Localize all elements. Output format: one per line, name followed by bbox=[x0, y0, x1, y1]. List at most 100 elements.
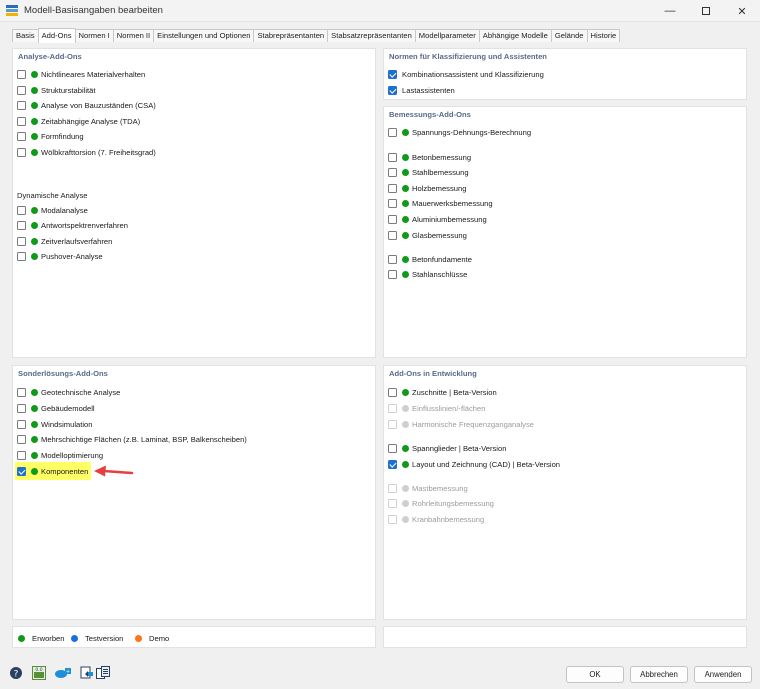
tab-abhängige-modelle[interactable]: Abhängige Modelle bbox=[478, 29, 552, 42]
addon-checkbox[interactable] bbox=[17, 251, 26, 261]
addon-checkbox[interactable] bbox=[17, 205, 26, 215]
addon-checkbox[interactable] bbox=[17, 116, 26, 126]
tab-gelände[interactable]: Gelände bbox=[550, 29, 588, 42]
model-info-icon[interactable] bbox=[96, 666, 110, 680]
addon-row[interactable]: Pushover-Analyse bbox=[17, 250, 103, 262]
addon-checkbox[interactable] bbox=[17, 131, 26, 141]
ok-button[interactable]: OK bbox=[566, 666, 624, 683]
cancel-button[interactable]: Abbrechen bbox=[630, 666, 688, 683]
tab-einstellungen-und-optionen[interactable]: Einstellungen und Optionen bbox=[153, 29, 255, 42]
status-dot-icon bbox=[31, 101, 38, 109]
addon-label: Mastbemessung bbox=[412, 483, 468, 493]
import-export-icon[interactable] bbox=[80, 666, 94, 680]
addon-checkbox[interactable] bbox=[17, 387, 26, 397]
addon-checkbox bbox=[388, 498, 397, 508]
addon-checkbox[interactable] bbox=[17, 69, 26, 79]
tab-normen-i[interactable]: Normen I bbox=[74, 29, 114, 42]
addon-checkbox[interactable] bbox=[388, 230, 397, 240]
addon-row[interactable]: Stahlbemessung bbox=[388, 166, 469, 178]
addon-checkbox[interactable] bbox=[17, 100, 26, 110]
addon-checkbox bbox=[388, 403, 397, 413]
addon-row[interactable]: Mauerwerksbemessung bbox=[388, 197, 493, 209]
addon-checkbox[interactable] bbox=[17, 220, 26, 230]
addon-checkbox[interactable] bbox=[17, 434, 26, 444]
addon-row[interactable]: Zeitabhängige Analyse (TDA) bbox=[17, 115, 140, 127]
addon-row[interactable]: Lastassistenten bbox=[388, 84, 455, 96]
addon-checkbox[interactable] bbox=[388, 167, 397, 177]
addon-row[interactable]: Mastbemessung bbox=[388, 482, 468, 494]
addon-checkbox[interactable] bbox=[388, 387, 397, 397]
addon-checkbox[interactable] bbox=[388, 152, 397, 162]
arrow-annotation bbox=[94, 465, 134, 477]
addon-row[interactable]: Holzbemessung bbox=[388, 182, 466, 194]
tab-add-ons[interactable]: Add-Ons bbox=[37, 28, 76, 43]
addon-row[interactable]: Windsimulation bbox=[17, 418, 93, 430]
addon-row[interactable]: Geotechnische Analyse bbox=[17, 386, 120, 398]
addon-row[interactable]: Aluminiumbemessung bbox=[388, 213, 487, 225]
addon-row[interactable]: Spannglieder | Beta-Version bbox=[388, 442, 506, 454]
addon-checkbox[interactable] bbox=[388, 198, 397, 208]
addon-row[interactable]: Nichtlineares Materialverhalten bbox=[17, 68, 145, 80]
addon-row[interactable]: Harmonische Frequenzganganalyse bbox=[388, 418, 534, 430]
addon-row[interactable]: Strukturstabilität bbox=[17, 84, 95, 96]
maximize-button[interactable] bbox=[688, 0, 724, 22]
addon-label: Geotechnische Analyse bbox=[41, 387, 121, 397]
addon-checkbox bbox=[388, 419, 397, 429]
addon-checkbox[interactable] bbox=[17, 450, 26, 460]
status-dot-icon bbox=[402, 444, 409, 452]
addon-row[interactable]: Modelloptimierung bbox=[17, 449, 103, 461]
addon-row[interactable]: Zuschnitte | Beta-Version bbox=[388, 386, 497, 398]
addon-checkbox[interactable] bbox=[388, 69, 397, 79]
addon-manager-icon[interactable]: + bbox=[55, 666, 71, 680]
addon-label: Zeitabhängige Analyse (TDA) bbox=[41, 116, 141, 126]
addon-checkbox[interactable] bbox=[388, 214, 397, 224]
addon-row[interactable]: Kombinationsassistent und Klassifizierun… bbox=[388, 68, 544, 80]
addon-row[interactable]: Analyse von Bauzuständen (CSA) bbox=[17, 99, 156, 111]
addon-checkbox[interactable] bbox=[388, 269, 397, 279]
tab-historie[interactable]: Historie bbox=[586, 29, 621, 42]
addon-checkbox[interactable] bbox=[17, 236, 26, 246]
addon-row[interactable]: Zeitverlaufsverfahren bbox=[17, 235, 112, 247]
addon-row[interactable]: Gebäudemodell bbox=[17, 402, 95, 414]
addon-row[interactable]: Mehrschichtige Flächen (z.B. Laminat, BS… bbox=[17, 433, 247, 445]
tab-stabsatzrepräsentanten[interactable]: Stabsatzrepräsentanten bbox=[327, 29, 416, 42]
addon-row[interactable]: Spannungs-Dehnungs-Berechnung bbox=[388, 126, 531, 138]
addon-checkbox[interactable] bbox=[17, 147, 26, 157]
tab-normen-ii[interactable]: Normen II bbox=[112, 29, 155, 42]
units-icon[interactable]: 0.0 bbox=[32, 666, 46, 680]
addon-checkbox[interactable] bbox=[17, 403, 26, 413]
tab-basis[interactable]: Basis bbox=[12, 29, 39, 42]
close-button[interactable]: ✕ bbox=[724, 0, 760, 22]
addon-row[interactable]: Stahlanschlüsse bbox=[388, 268, 467, 280]
addon-row[interactable]: Betonfundamente bbox=[388, 253, 472, 265]
close-icon: ✕ bbox=[737, 5, 747, 18]
addon-row[interactable]: Komponenten bbox=[17, 465, 88, 477]
addon-checkbox[interactable] bbox=[388, 85, 397, 95]
addon-row[interactable]: Einflusslinien/-flächen bbox=[388, 402, 485, 414]
help-icon[interactable]: ? bbox=[9, 666, 23, 680]
tab-modellparameter[interactable]: Modellparameter bbox=[414, 29, 480, 42]
addon-row[interactable]: Kranbahnbemessung bbox=[388, 513, 484, 525]
addon-row[interactable]: Antwortspektrenverfahren bbox=[17, 219, 128, 231]
addon-checkbox[interactable] bbox=[388, 127, 397, 137]
addon-checkbox[interactable] bbox=[388, 254, 397, 264]
addon-row[interactable]: Modalanalyse bbox=[17, 204, 88, 216]
addon-checkbox[interactable] bbox=[17, 419, 26, 429]
tab-stabrepräsentanten[interactable]: Stabrepräsentanten bbox=[253, 29, 329, 42]
addon-checkbox[interactable] bbox=[17, 466, 26, 476]
addon-checkbox[interactable] bbox=[388, 443, 397, 453]
apply-button[interactable]: Anwenden bbox=[694, 666, 752, 683]
addon-row[interactable]: Wölbkrafttorsion (7. Freiheitsgrad) bbox=[17, 146, 156, 158]
addon-row[interactable]: Glasbemessung bbox=[388, 229, 467, 241]
addon-checkbox[interactable] bbox=[17, 85, 26, 95]
addon-checkbox[interactable] bbox=[388, 459, 397, 469]
minimize-button[interactable]: — bbox=[652, 0, 688, 22]
addon-row[interactable]: Formfindung bbox=[17, 130, 84, 142]
addon-row[interactable]: Layout und Zeichnung (CAD) | Beta-Versio… bbox=[388, 458, 560, 470]
addon-label: Mauerwerksbemessung bbox=[412, 198, 493, 208]
addon-row[interactable]: Rohrleitungsbemessung bbox=[388, 497, 494, 509]
addon-label: Komponenten bbox=[41, 466, 89, 476]
status-dot-icon bbox=[31, 86, 38, 94]
addon-row[interactable]: Betonbemessung bbox=[388, 151, 471, 163]
addon-checkbox[interactable] bbox=[388, 183, 397, 193]
